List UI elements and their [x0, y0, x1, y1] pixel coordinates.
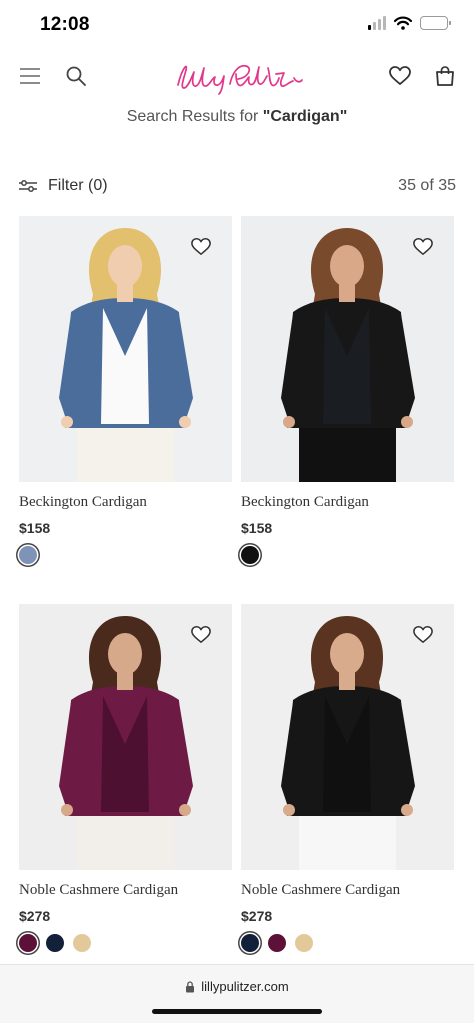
color-swatches: [241, 546, 259, 564]
wishlist-heart-icon[interactable]: [388, 64, 412, 88]
status-bar: 12:08: [0, 0, 474, 50]
add-to-wishlist-heart-icon[interactable]: [190, 624, 212, 644]
color-swatch[interactable]: [19, 934, 37, 952]
product-card[interactable]: Beckington Cardigan $158: [241, 216, 454, 564]
product-image[interactable]: [19, 604, 232, 870]
site-header: [0, 52, 474, 102]
product-price: $158: [241, 520, 273, 536]
shopping-bag-icon[interactable]: [433, 64, 457, 88]
product-name[interactable]: Noble Cashmere Cardigan: [241, 882, 400, 899]
add-to-wishlist-heart-icon[interactable]: [412, 236, 434, 256]
product-image[interactable]: [241, 216, 454, 482]
search-results-title: Search Results for "Cardigan": [0, 108, 474, 126]
product-price: $158: [19, 520, 51, 536]
url-display[interactable]: lillypulitzer.com: [0, 979, 474, 994]
color-swatch[interactable]: [46, 934, 64, 952]
color-swatches: [241, 934, 313, 952]
color-swatch[interactable]: [241, 546, 259, 564]
add-to-wishlist-heart-icon[interactable]: [412, 624, 434, 644]
menu-icon[interactable]: [18, 64, 42, 88]
product-card[interactable]: Noble Cashmere Cardigan $278: [241, 604, 454, 952]
color-swatch[interactable]: [268, 934, 286, 952]
brand-logo[interactable]: [172, 58, 304, 98]
cellular-signal-icon: [368, 16, 386, 30]
color-swatch[interactable]: [19, 546, 37, 564]
filter-button[interactable]: Filter (0): [18, 177, 108, 195]
status-icons: [368, 16, 451, 30]
battery-icon: [420, 16, 451, 30]
product-name[interactable]: Noble Cashmere Cardigan: [19, 882, 178, 899]
lock-icon: [186, 980, 195, 992]
product-price: $278: [19, 908, 51, 924]
product-card[interactable]: Beckington Cardigan $158: [19, 216, 232, 564]
search-query: "Cardigan": [262, 108, 348, 125]
result-count: 35 of 35: [398, 177, 456, 194]
product-card[interactable]: Noble Cashmere Cardigan $278: [19, 604, 232, 952]
browser-url-bar[interactable]: lillypulitzer.com: [0, 964, 474, 1023]
color-swatches: [19, 546, 37, 564]
product-name[interactable]: Beckington Cardigan: [19, 494, 147, 511]
color-swatches: [19, 934, 91, 952]
status-time: 12:08: [40, 14, 90, 35]
color-swatch[interactable]: [73, 934, 91, 952]
home-indicator[interactable]: [152, 1009, 322, 1014]
color-swatch[interactable]: [241, 934, 259, 952]
product-name[interactable]: Beckington Cardigan: [241, 494, 369, 511]
product-price: $278: [241, 908, 273, 924]
search-results-prefix: Search Results for: [126, 108, 259, 125]
filter-sliders-icon: [19, 180, 37, 192]
search-icon[interactable]: [64, 64, 88, 88]
wifi-icon: [394, 16, 412, 30]
url-text: lillypulitzer.com: [201, 979, 289, 994]
results-toolbar: Filter (0) 35 of 35: [18, 174, 456, 198]
product-image[interactable]: [241, 604, 454, 870]
filter-label: Filter (0): [48, 177, 108, 194]
product-image[interactable]: [19, 216, 232, 482]
add-to-wishlist-heart-icon[interactable]: [190, 236, 212, 256]
color-swatch[interactable]: [295, 934, 313, 952]
